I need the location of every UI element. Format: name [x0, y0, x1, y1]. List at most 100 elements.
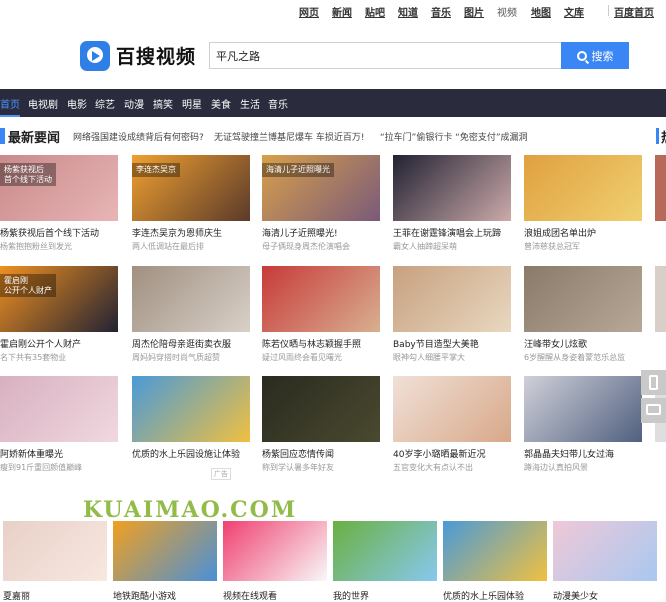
video-thumbnail[interactable]: [3, 521, 107, 581]
category-music[interactable]: 音乐: [268, 96, 288, 111]
category-home[interactable]: 首页: [0, 96, 20, 111]
bottom-video-card[interactable]: 我的世界: [333, 521, 437, 602]
ad-tag: 广告: [211, 468, 231, 480]
video-title[interactable]: 杨紫获视后首个线下活动: [0, 226, 118, 239]
video-thumbnail[interactable]: [443, 521, 547, 581]
category-tv[interactable]: 电视剧: [28, 96, 58, 111]
video-thumbnail[interactable]: [524, 266, 642, 332]
video-card[interactable]: 杨紫回应恋情传闻 称到学认暑多年好友: [262, 376, 380, 473]
category-anime[interactable]: 动漫: [124, 96, 144, 111]
video-title[interactable]: 王菲在谢霆锋演唱会上玩蹄: [393, 226, 511, 239]
category-food[interactable]: 美食: [211, 96, 231, 111]
thumbnail-caption: 杨紫获视后 首个线下活动: [0, 163, 56, 187]
video-card[interactable]: 郭晶晶夫妇带儿女过海 蹲海边认真拍风景: [524, 376, 642, 473]
video-thumbnail[interactable]: [262, 376, 380, 442]
video-thumbnail[interactable]: 海清儿子近照曝光: [262, 155, 380, 221]
nav-link-web[interactable]: 网页: [299, 4, 319, 19]
video-thumbnail[interactable]: [113, 521, 217, 581]
video-thumbnail[interactable]: [0, 376, 118, 442]
video-title[interactable]: 霍启刚公开个人财产: [0, 337, 118, 350]
video-subtitle: 霸女人抽蹄超呆萌: [393, 242, 457, 251]
video-thumbnail[interactable]: [393, 376, 511, 442]
video-thumbnail[interactable]: [393, 266, 511, 332]
section-marker: [0, 128, 5, 144]
video-subtitle: 五官变化大有点认不出: [393, 463, 473, 472]
phone-icon: [649, 375, 658, 390]
video-title[interactable]: 郭晶晶夫妇带儿女过海: [524, 447, 642, 460]
video-thumbnail[interactable]: [524, 376, 642, 442]
video-title[interactable]: Baby节目造型大美艳: [393, 337, 511, 350]
video-card[interactable]: 汪峰带女儿炫歌 6岁醒醒从身姿着蒙范乐总监: [524, 266, 642, 363]
category-movie[interactable]: 电影: [67, 96, 87, 111]
video-thumbnail[interactable]: [524, 155, 642, 221]
video-title[interactable]: 周杰伦陪母亲逛街卖衣服: [132, 337, 250, 350]
video-title[interactable]: 40岁李小璐晒最新近况: [393, 447, 511, 460]
nav-link-images[interactable]: 图片: [464, 4, 484, 19]
thumbnail-caption: 李连杰吴京: [132, 163, 180, 177]
video-thumbnail[interactable]: 杨紫获视后 首个线下活动: [0, 155, 118, 221]
video-card[interactable]: 杨紫获视后 首个线下活动杨紫获视后首个线下活动杨紫抱抱粉丝到发光: [0, 155, 118, 252]
video-title[interactable]: 优质的水上乐园设施让体验: [132, 447, 250, 460]
nav-link-video[interactable]: 视频: [497, 4, 517, 19]
search-input[interactable]: [209, 42, 561, 69]
ticker-link-3[interactable]: “拉车门”偷银行卡 “免密支付”成漏洞: [380, 130, 528, 143]
nav-link-music[interactable]: 音乐: [431, 4, 451, 19]
video-thumbnail[interactable]: [333, 521, 437, 581]
video-card[interactable]: 优质的水上乐园设施让体验: [132, 376, 250, 462]
video-title[interactable]: 阿娇新体重曝光: [0, 447, 118, 460]
bottom-video-card[interactable]: 优质的水上乐园体验: [443, 521, 547, 602]
video-thumbnail[interactable]: [262, 266, 380, 332]
ticker-link-1[interactable]: 网络强国建设成绩背后有何密码?: [73, 130, 204, 143]
bottom-video-card[interactable]: 地铁跑酷小游戏: [113, 521, 217, 602]
category-stars[interactable]: 明星: [182, 96, 202, 111]
video-card[interactable]: 陈若仪晒与林志颖握手照 疑过风雨终会看见曙光: [262, 266, 380, 363]
right-section-title: 热: [661, 127, 666, 146]
video-subtitle: 瘦到91斤重回颜值巅峰: [0, 463, 83, 472]
bottom-video-card[interactable]: 夏嘉丽: [3, 521, 107, 602]
video-title[interactable]: 浪姐成团名单出炉: [524, 226, 642, 239]
video-thumbnail[interactable]: [132, 376, 250, 442]
video-card[interactable]: 王菲在谢霆锋演唱会上玩蹄霸女人抽蹄超呆萌: [393, 155, 511, 252]
nav-link-wenku[interactable]: 文库: [564, 4, 584, 19]
bottom-video-card[interactable]: 动漫美少女: [553, 521, 657, 602]
nav-link-home[interactable]: 百度首页: [614, 4, 654, 19]
video-card[interactable]: 周杰伦陪母亲逛街卖衣服 周妈妈穿搭时尚气质超赞: [132, 266, 250, 363]
video-card[interactable]: 李连杰吴京 李连杰吴京为恩师庆生 两人低调站在最后排: [132, 155, 250, 252]
video-card[interactable]: 40岁李小璐晒最新近况五官变化大有点认不出: [393, 376, 511, 473]
video-thumbnail[interactable]: 李连杰吴京: [132, 155, 250, 221]
video-title[interactable]: 李连杰吴京为恩师庆生: [132, 226, 250, 239]
nav-link-map[interactable]: 地图: [531, 4, 551, 19]
video-title[interactable]: 海清儿子近照曝光!: [262, 226, 380, 239]
video-title[interactable]: 陈若仪晒与林志颖握手照: [262, 337, 380, 350]
video-card[interactable]: 海清儿子近照曝光 海清儿子近照曝光! 母子俩现身周杰伦演唱会: [262, 155, 380, 252]
video-card[interactable]: 霍启刚 公开个人财产霍启刚公开个人财产名下共有35套物业: [0, 266, 118, 363]
edge-thumbnail[interactable]: [655, 155, 666, 221]
video-subtitle: 名下共有35套物业: [0, 353, 67, 362]
video-thumbnail[interactable]: [393, 155, 511, 221]
video-thumbnail[interactable]: [132, 266, 250, 332]
category-life[interactable]: 生活: [240, 96, 260, 111]
video-card[interactable]: 阿娇新体重曝光瘦到91斤重回颜值巅峰: [0, 376, 118, 473]
thumbnail-caption: 海清儿子近照曝光: [262, 163, 334, 177]
category-variety[interactable]: 综艺: [95, 96, 115, 111]
bottom-video-card[interactable]: 视频在线观看: [223, 521, 327, 602]
nav-link-tieba[interactable]: 贴吧: [365, 4, 385, 19]
video-card[interactable]: Baby节目造型大美艳 眼神勾人细腰平掌大: [393, 266, 511, 363]
video-card[interactable]: 浪姐成团名单出炉 曾沛慈获总冠军: [524, 155, 642, 252]
video-title[interactable]: 杨紫回应恋情传闻: [262, 447, 380, 460]
video-thumbnail[interactable]: [553, 521, 657, 581]
video-subtitle: 杨紫抱抱粉丝到发光: [0, 242, 72, 251]
feedback-button[interactable]: [641, 398, 666, 423]
video-thumbnail[interactable]: [223, 521, 327, 581]
search-button[interactable]: 搜索: [561, 42, 629, 69]
ticker-link-2[interactable]: 无证驾驶撞兰博基尼爆车 车损近百万!: [214, 130, 364, 143]
logo-text: 百搜视频: [116, 46, 197, 68]
mobile-app-button[interactable]: [641, 370, 666, 395]
nav-link-news[interactable]: 新闻: [332, 4, 352, 19]
edge-thumbnail[interactable]: [655, 266, 666, 332]
category-bar: 首页 电视剧 电影 综艺 动漫 搞笑 明星 美食 生活 音乐: [0, 89, 666, 117]
video-title[interactable]: 汪峰带女儿炫歌: [524, 337, 642, 350]
category-funny[interactable]: 搞笑: [153, 96, 173, 111]
video-thumbnail[interactable]: 霍启刚 公开个人财产: [0, 266, 118, 332]
nav-link-zhidao[interactable]: 知道: [398, 4, 418, 19]
